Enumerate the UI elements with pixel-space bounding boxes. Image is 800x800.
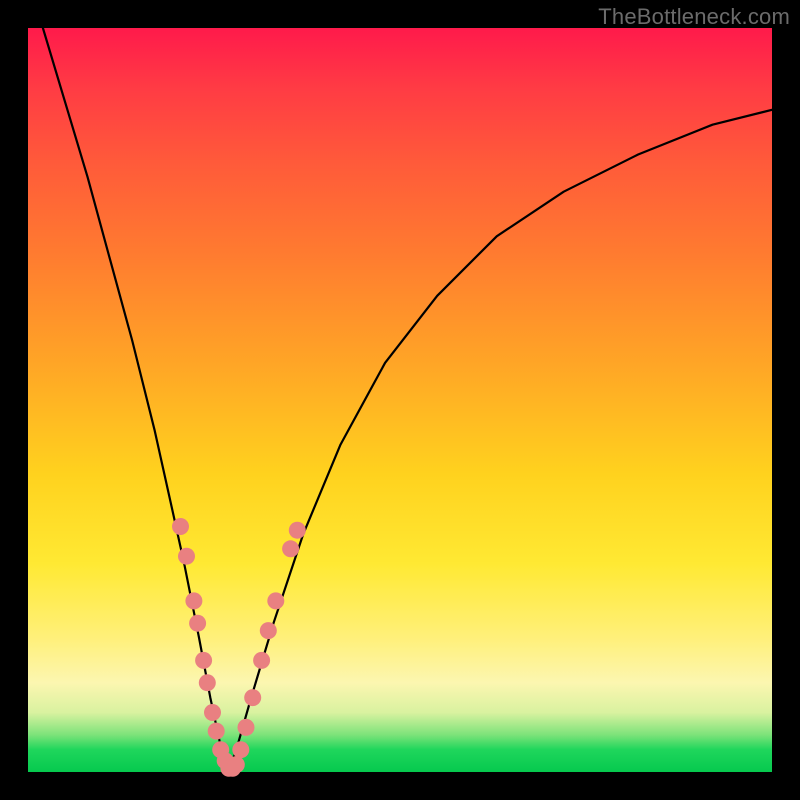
highlight-dot <box>228 756 245 773</box>
highlight-dot <box>189 615 206 632</box>
highlight-dot <box>289 522 306 539</box>
bottleneck-curve <box>43 28 772 772</box>
highlight-dot <box>178 548 195 565</box>
chart-frame: TheBottleneck.com <box>0 0 800 800</box>
watermark-text: TheBottleneck.com <box>598 4 790 30</box>
highlight-dot <box>185 592 202 609</box>
highlight-dot <box>238 719 255 736</box>
highlight-dot <box>204 704 221 721</box>
highlight-dot <box>208 723 225 740</box>
highlight-dot <box>260 622 277 639</box>
highlight-dot <box>172 518 189 535</box>
highlight-dot <box>244 689 261 706</box>
highlight-dot <box>199 674 216 691</box>
highlight-dot <box>232 741 249 758</box>
highlight-dot <box>253 652 270 669</box>
highlight-dot <box>267 592 284 609</box>
highlight-dot <box>282 540 299 557</box>
highlight-dot <box>195 652 212 669</box>
curve-layer <box>28 28 772 772</box>
plot-area <box>28 28 772 772</box>
